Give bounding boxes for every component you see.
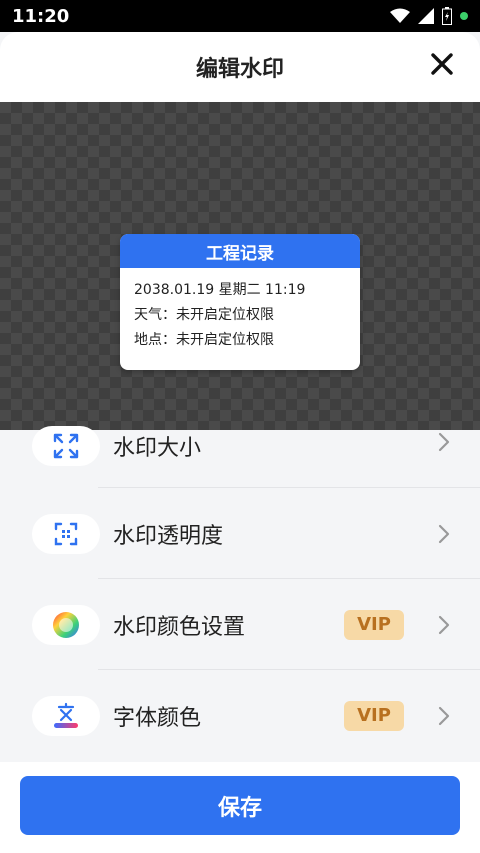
sheet-footer: 保存	[0, 762, 480, 853]
chevron-right-icon	[438, 524, 450, 543]
watermark-location: 地点：未开启定位权限	[134, 332, 274, 348]
signal-icon	[418, 8, 434, 24]
save-button[interactable]: 保存	[20, 776, 460, 835]
close-icon	[431, 53, 453, 75]
chevron-right-icon	[438, 432, 450, 452]
setting-label: 水印颜色设置	[113, 614, 246, 640]
setting-label: 字体颜色	[113, 705, 202, 731]
setting-row-opacity[interactable]: 水印透明度	[0, 488, 480, 579]
status-time: 11:20	[12, 5, 70, 27]
watermark-card[interactable]: 工程记录 2038.01.19 星期二 11:19 天气：未开启定位权限 地点：…	[120, 234, 360, 370]
watermark-title: 工程记录	[120, 234, 360, 268]
setting-row-size[interactable]: 水印大小	[0, 426, 480, 488]
close-button[interactable]	[428, 50, 456, 78]
vip-badge: VIP	[344, 609, 404, 640]
chevron-right-icon	[438, 615, 450, 634]
sheet-header: 编辑水印	[0, 32, 480, 102]
watermark-body: 2038.01.19 星期二 11:19 天气：未开启定位权限 地点：未开启定位…	[120, 268, 360, 363]
watermark-weather: 天气：未开启定位权限	[134, 307, 274, 323]
opacity-icon	[32, 513, 100, 554]
font-color-icon	[32, 695, 100, 736]
setting-row-font-color[interactable]: 字体颜色 VIP	[0, 670, 480, 761]
resize-icon	[32, 426, 100, 466]
wifi-icon	[390, 8, 410, 23]
setting-label: 水印大小	[113, 436, 202, 461]
status-dot-icon	[460, 12, 468, 20]
watermark-preview: 工程记录 2038.01.19 星期二 11:19 天气：未开启定位权限 地点：…	[0, 102, 480, 430]
page-title: 编辑水印	[195, 57, 284, 82]
settings-list: 水印大小 水印透明度 水印颜色设置 VIP 字体颜色 VIP	[0, 426, 480, 761]
watermark-datetime: 2038.01.19 星期二 11:19	[134, 282, 306, 298]
setting-row-color[interactable]: 水印颜色设置 VIP	[0, 579, 480, 670]
edit-watermark-sheet: 编辑水印 工程记录 2038.01.19 星期二 11:19 天气：未开启定位权…	[0, 32, 480, 853]
battery-icon	[442, 7, 452, 25]
status-icons	[390, 7, 468, 25]
vip-badge: VIP	[344, 700, 404, 731]
color-wheel-icon	[32, 604, 100, 645]
chevron-right-icon	[438, 706, 450, 725]
status-bar: 11:20	[0, 0, 480, 32]
setting-label: 水印透明度	[113, 523, 224, 549]
